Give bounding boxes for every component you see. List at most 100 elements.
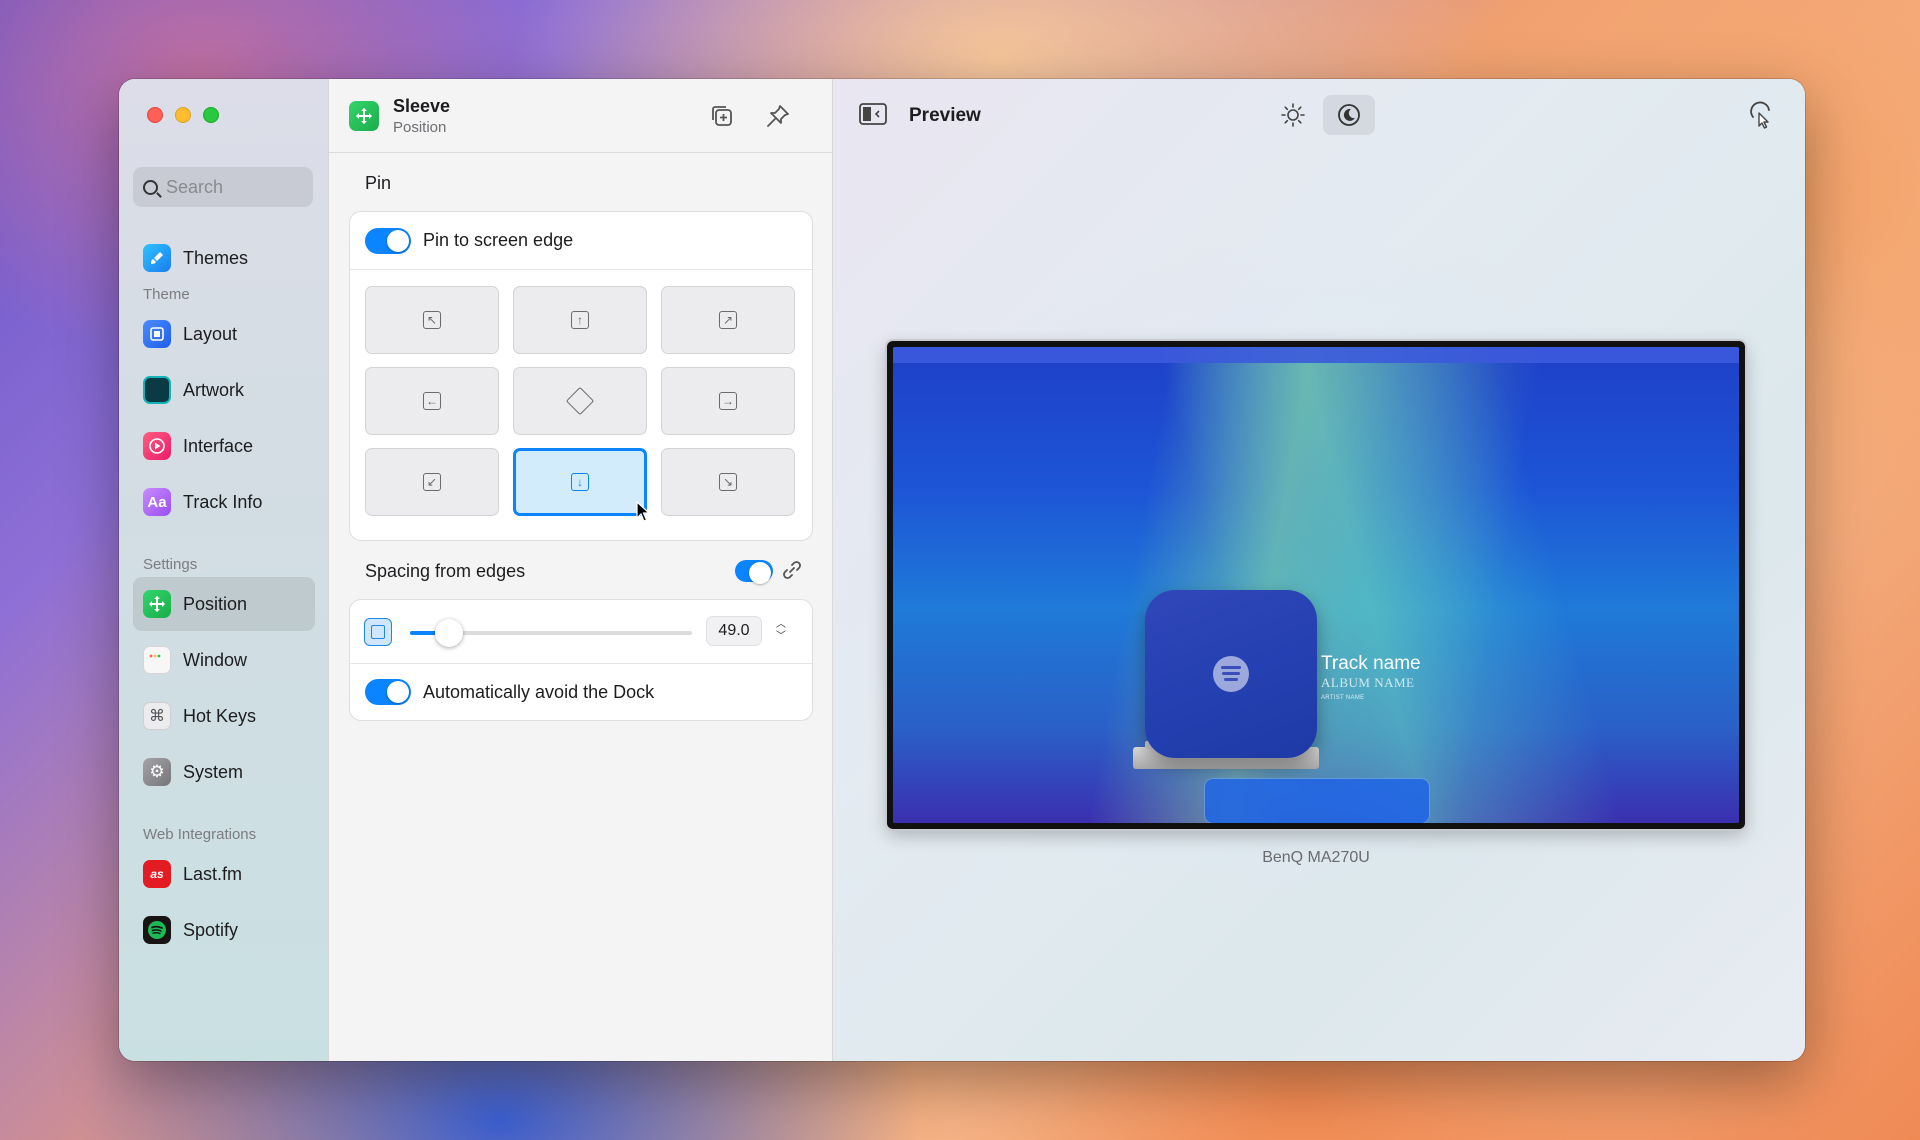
sidebar-item-artwork[interactable]: Artwork: [133, 363, 315, 417]
section-title-settings: Settings: [143, 556, 198, 573]
settings-panel: Sleeve Position Pin Pin to screen edge ↖…: [329, 79, 833, 1061]
sidebar-item-label: Spotify: [183, 919, 239, 940]
desktop-wallpaper: Track name ALBUM NAME ARTIST NAME: [893, 347, 1739, 823]
mouse-cursor-icon: [636, 501, 650, 522]
spacing-section-title: Spacing from edges: [365, 561, 526, 581]
app-name: Sleeve: [393, 95, 451, 116]
preview-title: Preview: [909, 105, 981, 126]
close-window-button[interactable]: [147, 107, 163, 123]
play-icon: [143, 432, 171, 460]
monitor-preview: Track name ALBUM NAME ARTIST NAME: [887, 341, 1745, 829]
pin-middle-right-button[interactable]: →: [661, 367, 795, 435]
sidebar-item-interface[interactable]: Interface: [133, 419, 315, 473]
avoid-dock-toggle[interactable]: [365, 679, 411, 705]
pin-top-right-button[interactable]: ↗: [661, 286, 795, 354]
dark-mode-button[interactable]: [1323, 95, 1375, 135]
command-icon: ⌘: [143, 702, 171, 730]
inset-icon: [364, 618, 392, 646]
arrow-up-right-icon: ↗: [719, 311, 737, 329]
sidebar-item-hot-keys[interactable]: ⌘ Hot Keys: [133, 689, 315, 743]
gear-icon: ⚙: [143, 758, 171, 786]
arrow-right-icon: →: [719, 392, 737, 410]
arrow-down-right-icon: ↘: [719, 473, 737, 491]
pin-toggle-row: Pin to screen edge: [350, 212, 812, 270]
slider-knob[interactable]: [435, 619, 463, 647]
dock-preview: [1205, 779, 1429, 823]
duplicate-icon: [712, 106, 732, 126]
traffic-lights: [147, 107, 219, 123]
sidebar: Search Themes Theme Layout Artwork Inter…: [119, 79, 329, 1061]
arrow-up-left-icon: ↖: [423, 311, 441, 329]
pin-bottom-right-button[interactable]: ↘: [661, 448, 795, 516]
spacing-stepper[interactable]: ︿ ﹀: [772, 616, 790, 646]
refresh-preview-button[interactable]: [1747, 101, 1775, 134]
pin-button[interactable]: [761, 99, 795, 133]
section-title-web-integrations: Web Integrations: [143, 826, 257, 843]
window-icon: [143, 646, 171, 674]
pin-icon: [767, 105, 789, 127]
avoid-dock-label: Automatically avoid the Dock: [423, 681, 655, 702]
avoid-dock-row: Automatically avoid the Dock: [350, 664, 812, 720]
track-name: Track name: [1321, 653, 1421, 674]
sidebar-item-label: Last.fm: [183, 863, 243, 884]
link-button[interactable]: [781, 559, 803, 586]
sidebar-item-window[interactable]: Window: [133, 633, 315, 687]
spotify-icon: [143, 916, 171, 944]
artwork-icon: [143, 376, 171, 404]
sidebar-nav: Theme Layout Artwork Interface Aa Track …: [133, 259, 315, 959]
light-mode-button[interactable]: [1267, 95, 1319, 135]
sun-icon: [1281, 103, 1305, 127]
panel-subtitle: Position: [393, 118, 447, 136]
sidebar-item-label: Interface: [183, 435, 254, 456]
panel-header: Sleeve Position: [329, 79, 832, 153]
maximize-window-button[interactable]: [203, 107, 219, 123]
pin-to-edge-toggle[interactable]: [365, 227, 411, 254]
monitor-name: BenQ MA270U: [1262, 849, 1370, 866]
album-name: ALBUM NAME: [1321, 675, 1415, 690]
chevron-down-icon[interactable]: ﹀: [776, 631, 786, 643]
panel-title: Sleeve Position: [393, 96, 450, 136]
sidebar-item-label: Hot Keys: [183, 705, 257, 726]
sidebar-item-spotify[interactable]: Spotify: [133, 903, 315, 957]
text-icon: Aa: [143, 488, 171, 516]
cursor-rotate-icon: [1750, 101, 1770, 129]
chevron-up-icon[interactable]: ︿: [776, 619, 786, 631]
sidebar-item-label: Position: [183, 593, 248, 614]
minimize-window-button[interactable]: [175, 107, 191, 123]
spacing-value-field[interactable]: 49.0: [706, 616, 762, 646]
sidebar-item-label: Window: [183, 649, 248, 670]
sidebar-item-layout[interactable]: Layout: [133, 307, 315, 361]
pin-bottom-left-button[interactable]: ↙: [365, 448, 499, 516]
spacing-slider[interactable]: [410, 619, 692, 647]
spotify-icon: [1213, 656, 1249, 692]
sidebar-toggle-button[interactable]: [859, 102, 887, 130]
search-input[interactable]: Search: [133, 167, 313, 207]
pin-bottom-center-button[interactable]: ↓: [513, 448, 650, 522]
lastfm-icon: as: [143, 860, 171, 888]
search-placeholder: Search: [166, 176, 224, 197]
pin-middle-left-button[interactable]: ←: [365, 367, 499, 435]
pin-top-center-button[interactable]: ↑: [513, 286, 647, 354]
layout-icon: [143, 320, 171, 348]
sidebar-item-position[interactable]: Position: [133, 577, 315, 631]
duplicate-button[interactable]: [705, 99, 739, 133]
sidebar-item-lastfm[interactable]: as Last.fm: [133, 847, 315, 901]
pin-top-left-button[interactable]: ↖: [365, 286, 499, 354]
spacing-toggle[interactable]: [735, 560, 773, 584]
sidebar-item-system[interactable]: ⚙ System: [133, 745, 315, 799]
arrow-up-icon: ↑: [571, 311, 589, 329]
app-window: Search Themes Theme Layout Artwork Inter…: [119, 79, 1805, 1061]
pin-position-grid: ↖ ↑ ↗ ← → ↙ ↓ ↘: [350, 270, 812, 532]
diamond-icon: [565, 386, 595, 416]
pin-card: Pin to screen edge ↖ ↑ ↗ ← → ↙ ↓ ↘: [349, 211, 813, 541]
arrow-down-left-icon: ↙: [423, 473, 441, 491]
sidebar-item-track-info[interactable]: Aa Track Info: [133, 475, 315, 529]
arrow-left-icon: ←: [423, 392, 441, 410]
pin-center-button[interactable]: [513, 367, 647, 435]
search-icon: [143, 179, 158, 195]
pin-toggle-label: Pin to screen edge: [423, 230, 574, 250]
preview-pane: Preview Track name ALBUM NAME ARTIST NAM…: [833, 79, 1805, 1061]
move-icon: [143, 590, 171, 618]
pin-section-title: Pin: [365, 173, 392, 193]
sidebar-item-label: Track Info: [183, 491, 263, 512]
